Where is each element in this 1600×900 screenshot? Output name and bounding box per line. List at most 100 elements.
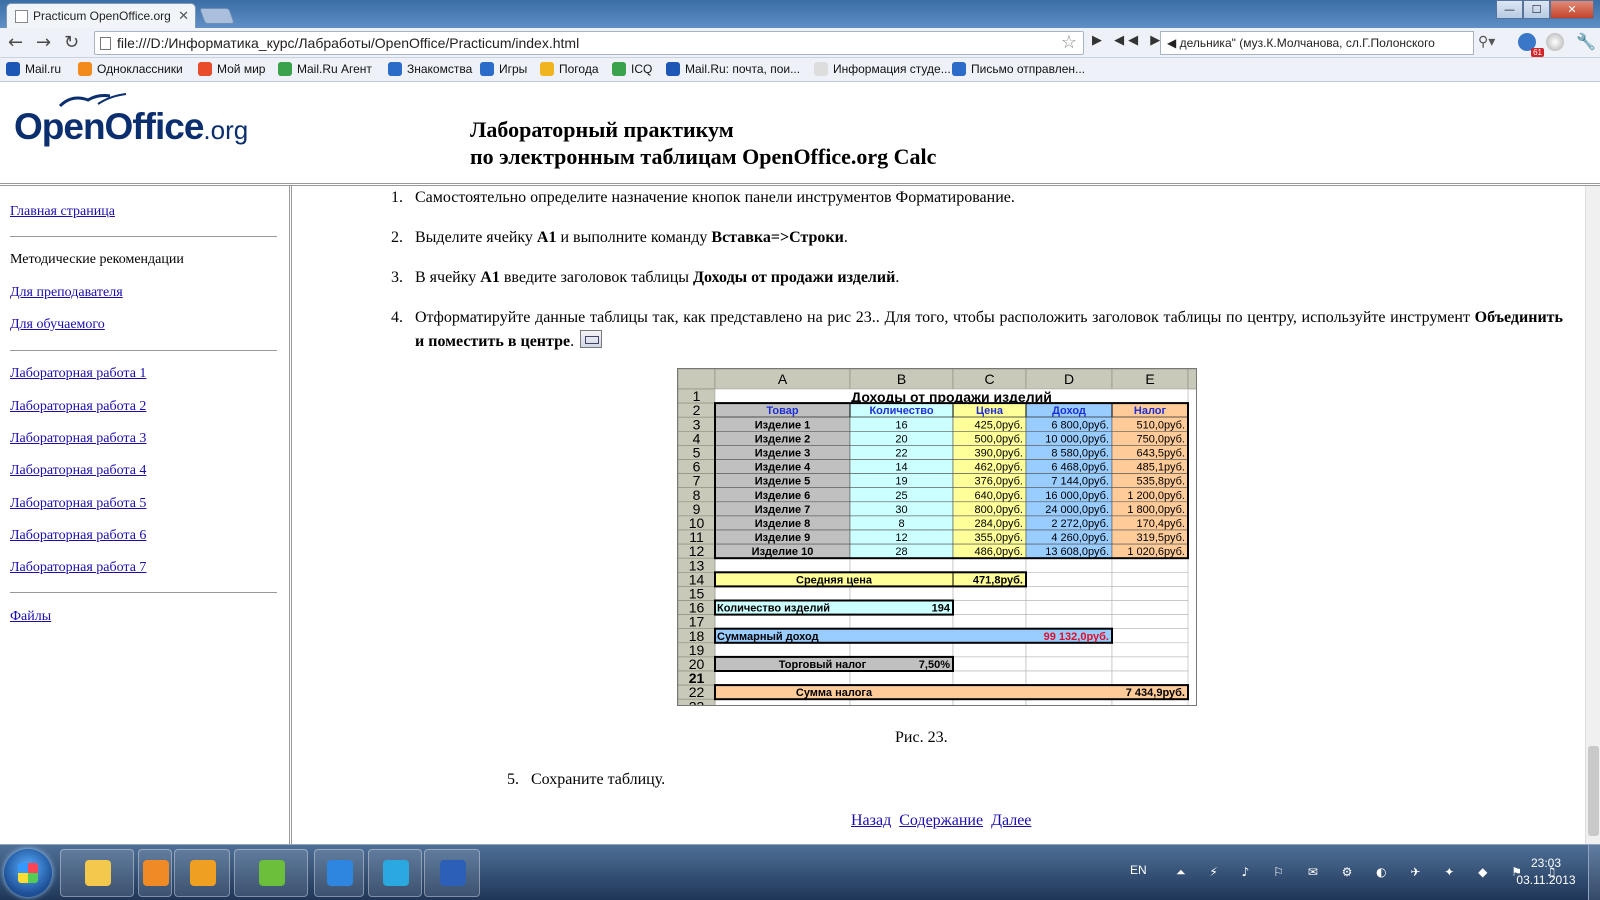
word-icon [440, 860, 466, 886]
grid-cell [1025, 670, 1113, 686]
data-cell-text: 19 [895, 476, 907, 488]
instruction-step-2: 2. Выделите ячейку A1 и выполните команд… [391, 226, 1563, 250]
bookmark-label: Игры [499, 62, 528, 76]
grid-cell [1111, 572, 1189, 587]
bookmark-item[interactable]: Игры [480, 62, 527, 76]
sidebar-link-lab-3[interactable]: Лабораторная работа 3 [10, 431, 146, 446]
count-value: 194 [932, 603, 951, 615]
bookmark-label: Информация студе... [833, 62, 951, 76]
bookmark-item[interactable]: Mail.Ru Агент [278, 62, 372, 76]
next-link[interactable]: Далее [991, 812, 1031, 829]
bookmark-item[interactable]: Информация студе... [814, 62, 951, 76]
back-link[interactable]: Назад [851, 812, 891, 829]
sidebar-link-lab-6[interactable]: Лабораторная работа 6 [10, 528, 146, 543]
grid-cell [1025, 614, 1113, 630]
media-player-icon [143, 860, 169, 886]
sidebar-link-lab-7[interactable]: Лабораторная работа 7 [10, 560, 146, 575]
bookmark-item[interactable]: Письмо отправлен... [952, 62, 1085, 76]
sidebar-link-home[interactable]: Главная страница [10, 204, 115, 219]
grid-cell [1025, 698, 1113, 705]
bookmark-item[interactable]: Одноклассники [78, 62, 183, 76]
data-cell-text: Изделие 8 [755, 518, 811, 530]
data-cell-text: 500,0руб. [974, 433, 1023, 445]
bookmark-item[interactable]: Mail.ru [6, 62, 61, 76]
title-line-1: Лабораторный практикум [470, 117, 734, 142]
mail-extension-icon[interactable]: 61 [1518, 33, 1544, 57]
column-header-label: D [1064, 371, 1074, 387]
sidebar-link-student[interactable]: Для обучаемого [10, 317, 105, 332]
grid-cell [1025, 572, 1113, 587]
bookmark-item[interactable]: Mail.Ru: почта, пои... [666, 62, 800, 76]
taskbar-app-media-player[interactable] [138, 849, 172, 897]
bookmark-item[interactable]: Знакомства [388, 62, 472, 76]
reload-icon[interactable]: ↻ [64, 32, 79, 53]
step-text: В ячейку [415, 269, 481, 286]
taskbar-app-explorer[interactable] [60, 849, 134, 897]
bookmark-label: Знакомства [407, 62, 473, 76]
sidebar-link-teacher[interactable]: Для преподавателя [10, 285, 123, 300]
bookmark-favicon-icon [540, 62, 554, 76]
show-desktop-button[interactable] [1588, 845, 1600, 900]
bookmark-item[interactable]: ICQ [612, 62, 652, 76]
scrollbar-thumb[interactable] [1588, 746, 1599, 836]
address-bar[interactable]: file:///D:/Информатика_курс/Лабработы/Op… [94, 31, 1084, 55]
language-indicator[interactable]: EN [1130, 863, 1147, 877]
start-button[interactable] [4, 849, 52, 897]
grid-cell [1025, 656, 1113, 672]
taskbar-app-skype[interactable] [368, 849, 422, 897]
sidebar-link-lab-5[interactable]: Лабораторная работа 5 [10, 496, 146, 511]
taskbar-app-internet-explorer[interactable] [314, 849, 364, 897]
sidebar-link-lab-4[interactable]: Лабораторная работа 4 [10, 463, 146, 478]
data-cell-text: Изделие 4 [755, 462, 811, 474]
forward-arrow-icon[interactable]: → [36, 32, 51, 53]
grid-cell [849, 698, 954, 705]
bookmark-item[interactable]: Мой мир [198, 62, 265, 76]
table-header-text: Цена [976, 405, 1004, 417]
sidebar-link-lab-2[interactable]: Лабораторная работа 2 [10, 399, 146, 414]
bookmark-label: Письмо отправлен... [971, 62, 1085, 76]
window-close-button[interactable]: ✕ [1550, 0, 1594, 19]
grid-cell [952, 600, 1027, 615]
data-cell-text: Изделие 9 [755, 532, 811, 544]
back-arrow-icon[interactable]: ← [8, 32, 23, 53]
data-cell-text: 20 [895, 433, 907, 445]
bookmark-label: Мой мир [217, 62, 266, 76]
bookmark-item[interactable]: Погода [540, 62, 599, 76]
maximize-button[interactable]: ☐ [1523, 0, 1550, 19]
extension-icon[interactable] [1546, 33, 1564, 51]
settings-wrench-icon[interactable]: 🔧 [1576, 32, 1596, 52]
taskbar-app-word[interactable] [424, 849, 480, 897]
sidebar-heading-methods: Методические рекомендации [10, 252, 184, 267]
contents-link[interactable]: Содержание [899, 812, 983, 829]
data-cell-text: 355,0руб. [974, 532, 1023, 544]
taskbar-app-chrome[interactable] [234, 849, 308, 897]
data-cell-text: 800,0руб. [974, 504, 1023, 516]
web-page: OpenOffice.org Лабораторный практикум по… [0, 82, 1600, 844]
tab-close-icon[interactable]: ✕ [178, 8, 189, 24]
page-scrollbar[interactable] [1585, 186, 1600, 844]
clock[interactable]: 23:03 03.11.2013 [1508, 855, 1584, 889]
search-field[interactable]: ◀ дельника" (муз.К.Молчанова, сл.Г.Полон… [1160, 31, 1474, 55]
bookmark-star-icon[interactable]: ☆ [1061, 32, 1077, 53]
minimize-button[interactable]: — [1496, 0, 1523, 19]
grid-cell [1111, 586, 1189, 601]
page-title: Лабораторный практикум по электронным та… [470, 116, 936, 170]
command-name: Вставка=>Строки [711, 229, 844, 246]
grid-cell [952, 642, 1027, 658]
instruction-step-4: 4. Отформатируйте данные таблицы так, ка… [391, 306, 1563, 354]
search-icon[interactable]: ⚲▾ [1478, 33, 1495, 50]
browser-tab[interactable]: Practicum OpenOffice.org ✕ [6, 3, 196, 28]
logo-suffix: .org [203, 115, 249, 145]
data-cell-text: 4 260,0руб. [1051, 532, 1109, 544]
sidebar-link-lab-1[interactable]: Лабораторная работа 1 [10, 366, 146, 381]
internet-explorer-icon [327, 860, 353, 886]
data-cell-text: 2 272,0руб. [1051, 518, 1109, 530]
bookmark-favicon-icon [814, 62, 828, 76]
data-cell-text: 486,0руб. [974, 546, 1023, 558]
table-header-text: Доход [1052, 405, 1086, 417]
taskbar-app-mail-agent[interactable] [174, 849, 230, 897]
step-text: . [570, 333, 575, 350]
new-tab-button[interactable] [199, 8, 235, 24]
sidebar-link-files[interactable]: Файлы [10, 609, 51, 624]
grid-cell [714, 698, 851, 705]
